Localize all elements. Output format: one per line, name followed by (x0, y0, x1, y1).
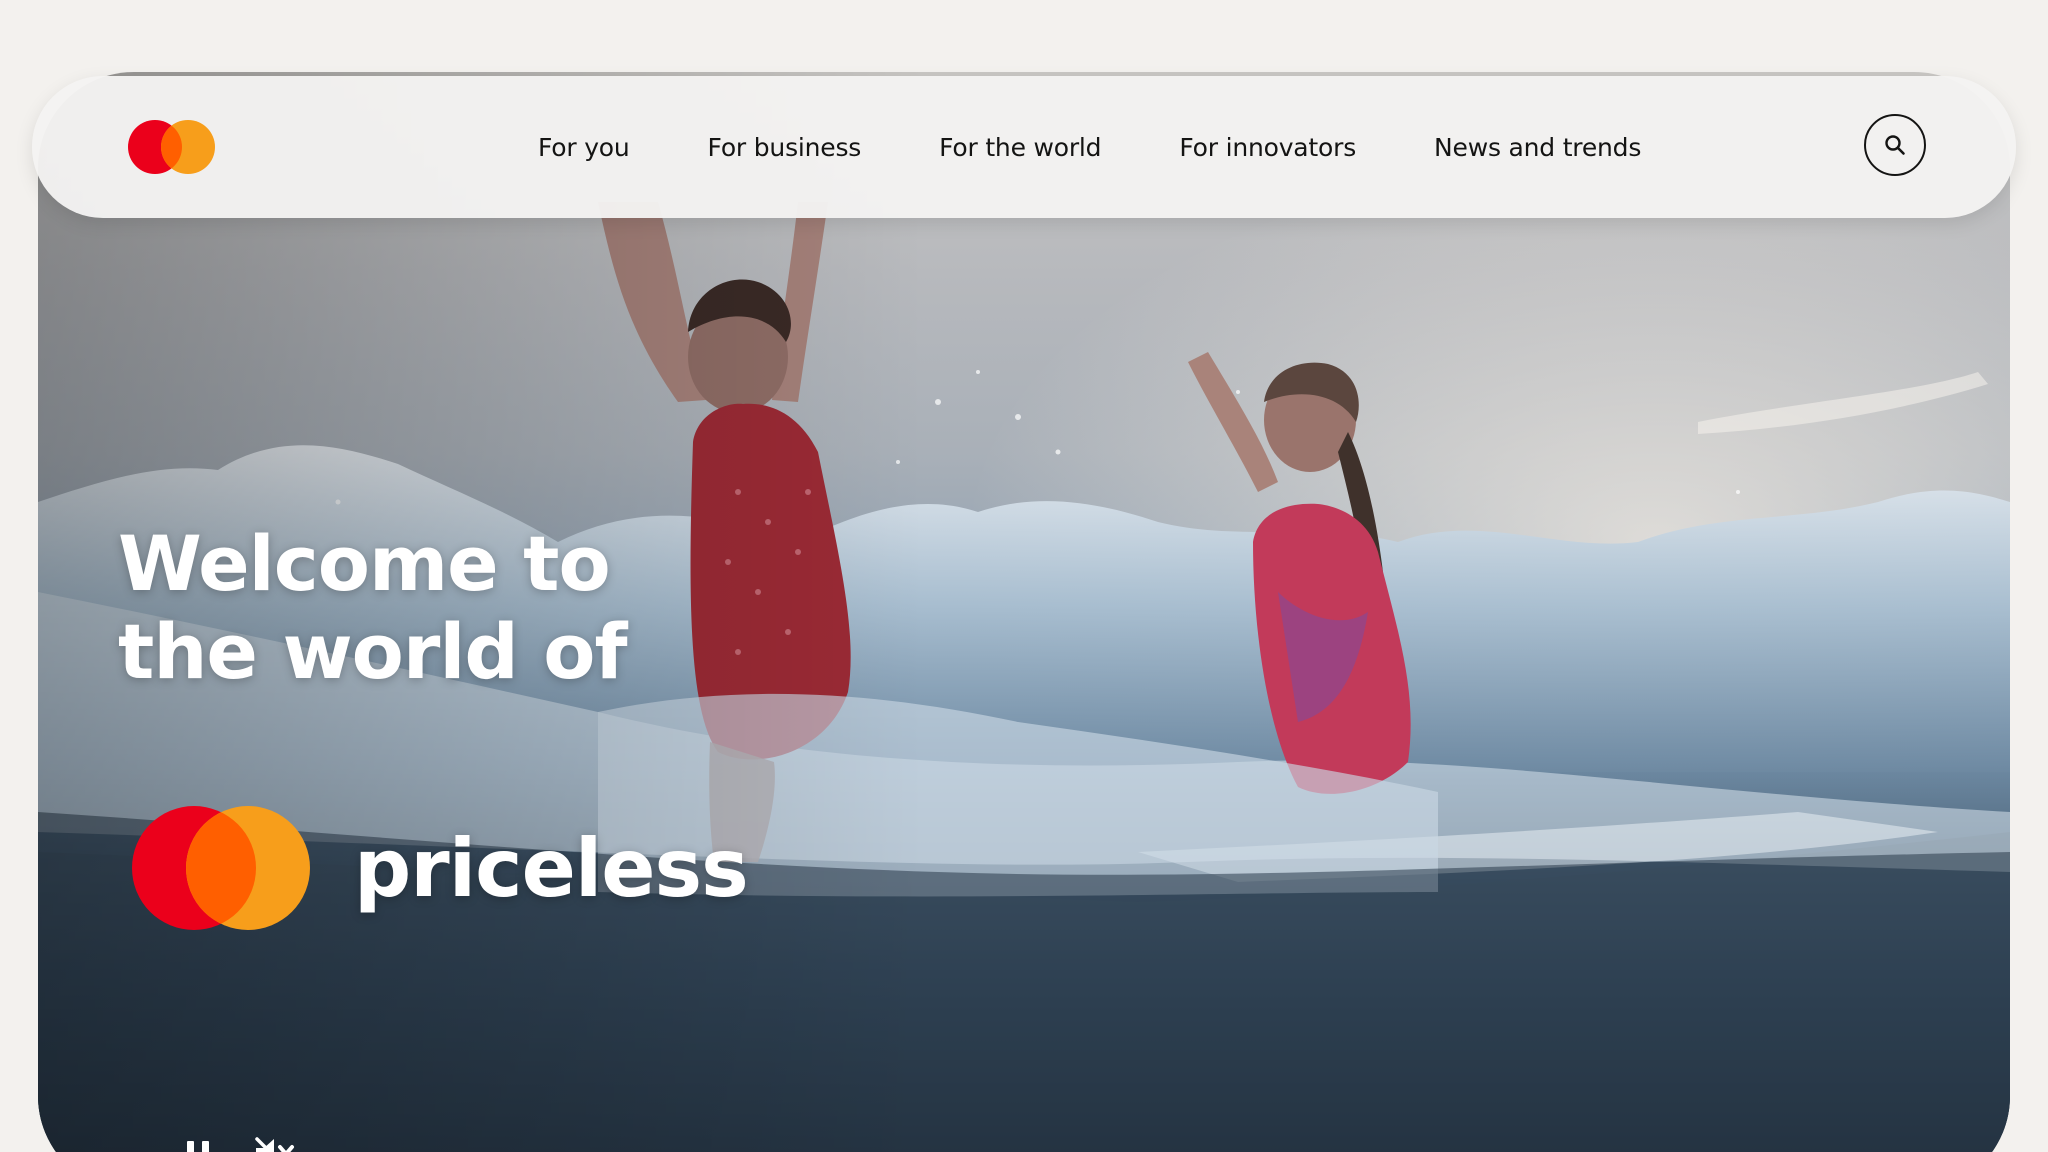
page: Welcome to the world of priceless For yo… (0, 0, 2048, 1152)
mastercard-logo-icon (132, 806, 310, 930)
muted-speaker-icon (255, 1137, 294, 1152)
hero-title-line-1: Welcome to (118, 519, 611, 608)
search-button[interactable] (1864, 114, 1926, 176)
hero-title-line-2: the world of (118, 607, 628, 696)
nav-item-for-the-world[interactable]: For the world (900, 133, 1140, 162)
nav-item-news-and-trends[interactable]: News and trends (1395, 133, 1680, 162)
search-icon (1885, 135, 1905, 155)
mute-toggle-button[interactable] (250, 1130, 298, 1152)
top-navigation-bar: For you For business For the world For i… (32, 76, 2016, 218)
priceless-wordmark: priceless (354, 821, 749, 915)
nav-item-for-you[interactable]: For you (508, 133, 669, 162)
pause-button[interactable] (174, 1130, 222, 1152)
priceless-lockup: priceless (132, 806, 749, 930)
mastercard-logo-icon[interactable] (128, 120, 218, 176)
hero-title: Welcome to the world of (118, 519, 628, 696)
hero-video[interactable]: Welcome to the world of priceless (38, 72, 2010, 1152)
nav-item-for-innovators[interactable]: For innovators (1140, 133, 1395, 162)
video-controls (174, 1130, 298, 1152)
pause-icon (187, 1141, 209, 1152)
nav-item-for-business[interactable]: For business (669, 133, 901, 162)
main-nav-menu: For you For business For the world For i… (508, 76, 1680, 218)
